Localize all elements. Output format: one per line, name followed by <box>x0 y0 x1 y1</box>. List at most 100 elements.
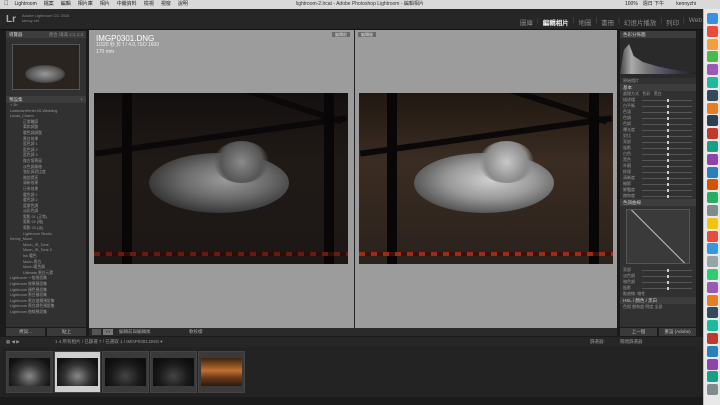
dock-app-icon[interactable] <box>707 153 718 165</box>
filmstrip-thumbnail[interactable] <box>150 351 197 393</box>
after-photo[interactable] <box>359 93 613 264</box>
tone-curve-header[interactable]: 色調曲線 <box>620 199 696 206</box>
menu-help[interactable]: 說明 <box>178 0 188 9</box>
slider-track[interactable] <box>642 189 692 192</box>
apple-icon[interactable]:  <box>4 0 9 9</box>
menu-window[interactable]: 視窗 <box>161 0 171 9</box>
hsl-header[interactable]: HSL / 顏色 / 黑白 <box>620 297 696 304</box>
dock-app-icon[interactable] <box>707 281 718 293</box>
slider-track[interactable] <box>642 135 692 138</box>
histogram-header[interactable]: 色彩分佈圖 <box>620 31 696 38</box>
before-photo[interactable] <box>94 93 348 264</box>
basic-header[interactable]: 基本 <box>620 84 696 91</box>
module-library[interactable]: 圖庫 <box>520 17 533 27</box>
dock-app-icon[interactable] <box>707 256 718 268</box>
menu-lightroom[interactable]: Lightroom <box>15 0 37 9</box>
slider-track[interactable] <box>642 183 692 186</box>
filter-select[interactable]: 關閉篩選器 <box>620 337 643 347</box>
slider-track[interactable] <box>642 281 692 284</box>
soft-proof-toggle[interactable]: 軟校樣 <box>189 328 203 336</box>
filmstrip-thumbnail[interactable] <box>198 351 245 393</box>
dock-app-icon[interactable] <box>707 13 718 24</box>
hsl-tab-saturation[interactable]: 飽和度 <box>632 304 644 309</box>
module-develop[interactable]: 編輯相片 <box>543 17 569 27</box>
dock-app-icon[interactable] <box>707 333 718 344</box>
filmstrip-thumbnail[interactable] <box>102 351 149 393</box>
dock-app-icon[interactable] <box>707 294 718 306</box>
menu-library[interactable]: 相片庫 <box>78 0 93 9</box>
menu-file[interactable]: 檔案 <box>44 0 54 9</box>
dock-app-icon[interactable] <box>707 345 718 357</box>
filmstrip-thumbnail[interactable] <box>6 351 53 393</box>
dock-app-icon[interactable] <box>707 384 718 396</box>
add-preset-icon[interactable]: + <box>80 96 83 103</box>
dock-app-icon[interactable] <box>707 358 718 370</box>
treatment-color[interactable]: 色彩 <box>642 91 650 96</box>
previous-button[interactable]: 上一個 <box>620 328 657 336</box>
slider-track[interactable] <box>642 287 692 290</box>
slider-track[interactable] <box>642 123 692 126</box>
module-web[interactable]: Web <box>689 17 702 27</box>
loupe-view-icon[interactable] <box>92 329 101 335</box>
copy-button[interactable]: 拷貝... <box>6 328 45 336</box>
slider-track[interactable] <box>642 99 692 102</box>
dock-app-icon[interactable] <box>707 128 718 140</box>
slider-track[interactable] <box>642 159 692 162</box>
dock-app-icon[interactable] <box>707 64 718 76</box>
module-slideshow[interactable]: 幻燈片播放 <box>624 17 657 27</box>
menu-metadata[interactable]: 中繼資料 <box>117 0 137 9</box>
filmstrip-thumbnail-selected[interactable] <box>54 351 101 393</box>
reset-button[interactable]: 重設 (Adobe) <box>659 328 696 336</box>
dock-app-icon[interactable] <box>707 25 718 37</box>
navigator-preview[interactable] <box>12 44 80 90</box>
dock-app-icon[interactable] <box>707 217 718 229</box>
module-book[interactable]: 書冊 <box>601 17 614 27</box>
dock-app-icon[interactable] <box>707 179 718 191</box>
menu-view[interactable]: 檢視 <box>144 0 154 9</box>
dock-app-icon[interactable] <box>707 115 718 127</box>
dock-app-icon[interactable] <box>707 230 718 242</box>
dock-app-icon[interactable] <box>707 243 718 255</box>
module-print[interactable]: 列印 <box>666 17 679 27</box>
grid-view-icon[interactable]: ▦ ◀ ▶ <box>6 337 20 347</box>
hsl-tab-hue[interactable]: 色相 <box>623 304 631 309</box>
menu-photo[interactable]: 相片 <box>100 0 110 9</box>
filmstrip-path[interactable]: 1 4 所有相片 / 已篩選 7 / 已選取 1 / IMGP0301.DNG … <box>55 337 163 347</box>
slider-track[interactable] <box>642 171 692 174</box>
hsl-tab-all[interactable]: 全部 <box>654 304 662 309</box>
slider-track[interactable] <box>642 195 692 198</box>
dock-app-icon[interactable] <box>707 320 718 332</box>
slider-track[interactable] <box>642 269 692 272</box>
slider-track[interactable] <box>642 105 692 108</box>
dock-app-icon[interactable] <box>707 192 718 204</box>
dock-app-icon[interactable] <box>707 371 718 383</box>
slider-track[interactable] <box>642 177 692 180</box>
slider-track[interactable] <box>642 275 692 278</box>
dock-app-icon[interactable] <box>707 166 718 178</box>
slider-track[interactable] <box>642 129 692 132</box>
preset-item[interactable]: Lightroom 曲線預設集 <box>10 310 86 316</box>
module-map[interactable]: 地圖 <box>578 17 591 27</box>
navigator-zoom[interactable]: 適合 填滿 1:1 1:3 <box>49 31 83 38</box>
navigator-header[interactable]: 導覽器 適合 填滿 1:1 1:3 <box>6 31 86 38</box>
slider-track[interactable] <box>642 153 692 156</box>
tone-curve-graph[interactable] <box>626 209 690 264</box>
before-after-mode-button[interactable]: YY <box>103 329 113 335</box>
menu-edit[interactable]: 編輯 <box>61 0 71 9</box>
dock-app-icon[interactable] <box>707 307 718 319</box>
slider-track[interactable] <box>642 111 692 114</box>
dock-app-icon[interactable] <box>707 38 718 50</box>
dock-app-icon[interactable] <box>707 89 718 101</box>
dock-app-icon[interactable] <box>707 141 718 152</box>
treatment-bw[interactable]: 黑白 <box>654 91 662 96</box>
dock-app-icon[interactable] <box>707 102 718 114</box>
slider-track[interactable] <box>642 147 692 150</box>
slider-track[interactable] <box>642 117 692 120</box>
dock-app-icon[interactable] <box>707 269 718 280</box>
hsl-tab-luminance[interactable]: 明度 <box>645 304 653 309</box>
slider-track[interactable] <box>642 165 692 168</box>
dock-app-icon[interactable] <box>707 77 718 88</box>
presets-header[interactable]: 預設集 + <box>6 96 86 103</box>
dock-app-icon[interactable] <box>707 51 718 63</box>
slider-track[interactable] <box>642 141 692 144</box>
